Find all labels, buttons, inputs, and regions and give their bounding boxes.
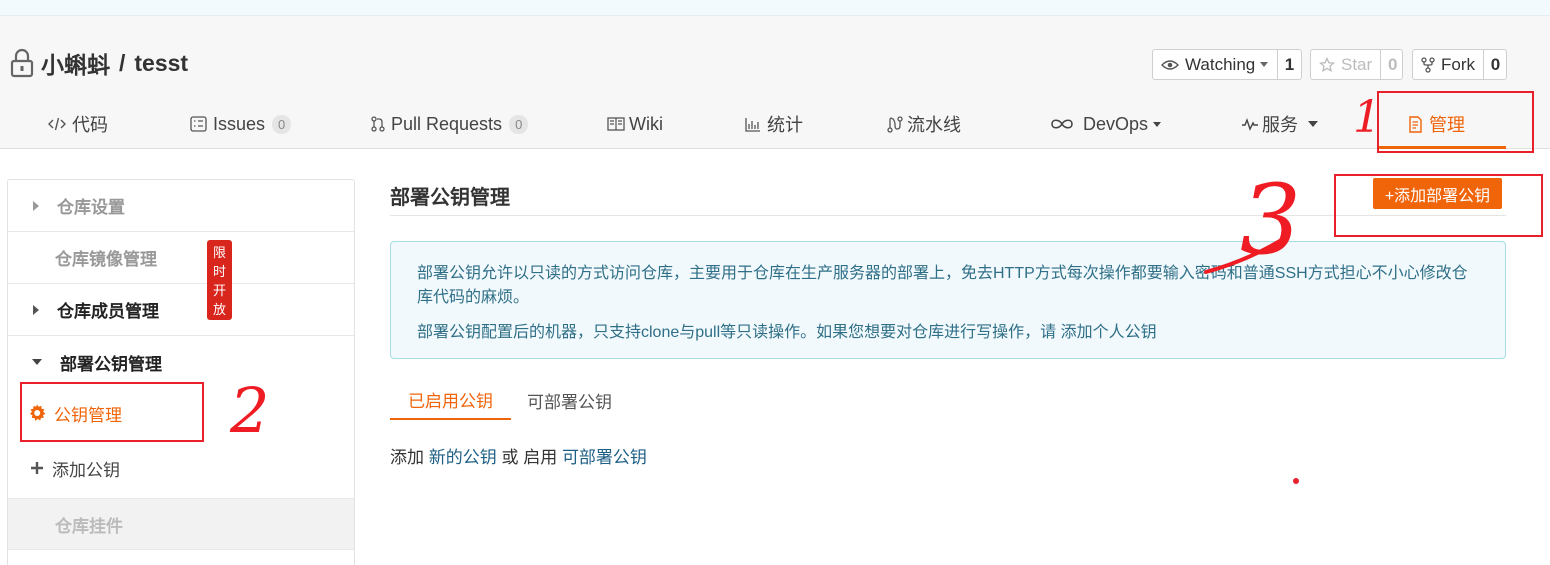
chevron-right-icon — [33, 200, 39, 211]
star-button[interactable]: Star — [1311, 50, 1380, 79]
pipeline-icon — [887, 115, 903, 133]
tab-issues-label: Issues — [213, 113, 266, 134]
star-count[interactable]: 0 — [1380, 50, 1404, 79]
bar-chart-icon — [745, 117, 761, 132]
tab-devops-label: DevOps — [1083, 113, 1149, 134]
info-text-2: 部署公钥配置后的机器，只支持clone与pull等只读操作。如果您想要对仓库进行… — [417, 324, 1157, 341]
issues-icon — [190, 116, 207, 132]
new-key-link[interactable]: 新的公钥 — [429, 448, 497, 467]
fork-count[interactable]: 0 — [1483, 50, 1507, 79]
book-icon — [607, 117, 625, 131]
tab-stats-label: 统计 — [767, 115, 803, 135]
issues-count-badge: 0 — [272, 114, 292, 134]
chevron-down-icon — [1260, 62, 1269, 67]
settings-sidebar: 仓库设置 仓库镜像管理 限时开放 仓库成员管理 部署公钥管理 公钥管理 添加公钥… — [7, 179, 355, 565]
deployable-keys-link[interactable]: 可部署公钥 — [562, 448, 647, 467]
star-group: Star 0 — [1310, 49, 1403, 80]
sidebar-item-label: 部署公钥管理 — [60, 354, 162, 374]
repo-owner-link[interactable]: 小蝌蚪 — [41, 46, 110, 80]
tab-issues[interactable]: Issues 0 — [190, 100, 292, 148]
tab-pull-requests[interactable]: Pull Requests 0 — [371, 100, 529, 148]
empty-hint: 添加 新的公钥 或 启用 可部署公钥 — [390, 443, 647, 468]
tab-services-label: 服务 — [1262, 115, 1298, 135]
plus-icon — [30, 461, 44, 475]
tab-wiki-label: Wiki — [629, 113, 663, 134]
annotation-box-1 — [1377, 91, 1534, 153]
tab-wiki[interactable]: Wiki — [607, 100, 663, 148]
annotation-number-2: 2 — [230, 374, 270, 447]
tab-deployable-keys[interactable]: 可部署公钥 — [511, 380, 629, 420]
tab-pipeline-label: 流水线 — [907, 115, 961, 135]
sidebar-item-deploy-keys[interactable]: 部署公钥管理 — [8, 336, 354, 388]
chevron-down-icon — [1153, 121, 1162, 127]
watch-label: Watching — [1185, 54, 1256, 74]
repo-nav-tabs: 代码 Issues 0 Pull Requests 0 Wiki 统计 流水线 — [0, 100, 1550, 149]
chevron-right-icon — [33, 304, 39, 315]
pulse-icon — [1241, 117, 1259, 131]
page-title: 部署公钥管理 — [390, 187, 510, 209]
eye-icon — [1161, 59, 1179, 70]
tab-stats[interactable]: 统计 — [745, 100, 803, 148]
sidebar-item-label: 仓库成员管理 — [57, 302, 159, 321]
hint-text: 启用 — [523, 448, 558, 467]
watch-count[interactable]: 1 — [1277, 50, 1301, 79]
top-strip — [0, 0, 1550, 16]
tab-code[interactable]: 代码 — [48, 100, 108, 148]
tab-devops[interactable]: DevOps — [1050, 100, 1162, 148]
repo-separator: / — [119, 49, 126, 76]
repo-name-link[interactable]: tesst — [134, 50, 188, 77]
annotation-box-2 — [20, 382, 204, 442]
watch-button[interactable]: Watching — [1153, 50, 1277, 79]
star-label: Star — [1341, 54, 1373, 74]
info-message: 部署公钥允许以只读的方式访问仓库，主要用于仓库在生产服务器的部署上，免去HTTP… — [390, 241, 1506, 359]
annotation-box-3 — [1334, 174, 1543, 237]
star-icon — [1319, 56, 1335, 72]
pull-requests-count-badge: 0 — [509, 114, 529, 134]
chevron-down-icon — [1308, 121, 1318, 127]
sidebar-item-mirror[interactable]: 仓库镜像管理 限时开放 — [8, 232, 354, 320]
code-icon — [48, 117, 66, 131]
annotation-number-1: 1 — [1353, 92, 1381, 143]
tab-code-label: 代码 — [72, 115, 108, 135]
annotation-arrow — [1204, 234, 1290, 274]
tab-pull-requests-label: Pull Requests — [391, 113, 503, 134]
sidebar-item-plugins[interactable]: 仓库挂件 — [8, 498, 354, 550]
sidebar-item-label: 仓库镜像管理 限时开放 — [55, 240, 233, 320]
fork-label: Fork — [1441, 54, 1475, 74]
fork-icon — [1421, 56, 1435, 73]
lock-icon — [9, 48, 35, 78]
sidebar-item-label: 仓库设置 — [57, 198, 125, 217]
sidebar-item-label: 添加公钥 — [52, 460, 120, 480]
tab-pipeline[interactable]: 流水线 — [887, 100, 961, 148]
hint-text: 或 — [501, 448, 519, 467]
chevron-down-icon — [32, 359, 42, 365]
mirror-label: 仓库镜像管理 — [55, 250, 157, 269]
annotation-dot — [1293, 478, 1299, 484]
tab-enabled-keys[interactable]: 已启用公钥 — [390, 380, 511, 420]
watch-group: Watching 1 — [1152, 49, 1302, 80]
repo-title: 小蝌蚪 / tesst — [9, 46, 188, 80]
fork-button[interactable]: Fork — [1413, 50, 1483, 79]
sidebar-item-add-key[interactable]: 添加公钥 — [8, 442, 354, 494]
hint-text: 添加 — [390, 448, 424, 467]
sidebar-item-label: 仓库挂件 — [55, 516, 123, 536]
infinity-icon — [1050, 118, 1074, 130]
sidebar-item-members[interactable]: 仓库成员管理 — [8, 284, 354, 336]
info-text-1: 部署公钥允许以只读的方式访问仓库，主要用于仓库在生产服务器的部署上，免去HTTP… — [417, 265, 1468, 306]
tab-services[interactable]: 服务 — [1241, 100, 1318, 148]
sidebar-item-repo-settings[interactable]: 仓库设置 — [8, 180, 354, 232]
pull-request-icon — [371, 116, 385, 132]
fork-group: Fork 0 — [1412, 49, 1507, 80]
